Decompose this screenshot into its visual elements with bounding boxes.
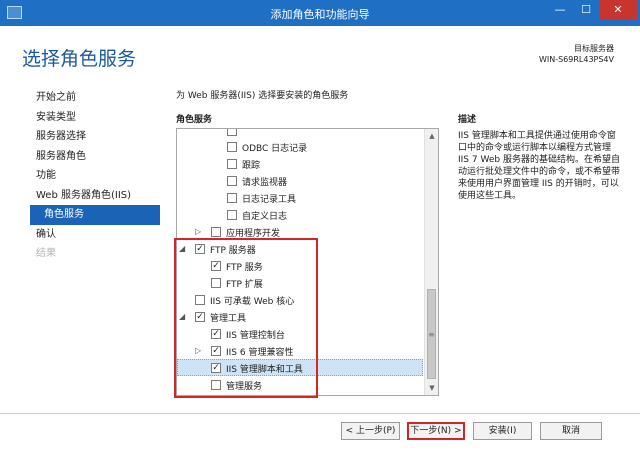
maximize-button[interactable]: ☐	[573, 0, 599, 20]
wizard-nav: 开始之前 安装类型 服务器选择 服务器角色 功能 Web 服务器角色(IIS) …	[30, 88, 160, 264]
close-button[interactable]: ✕	[599, 0, 637, 20]
footer-divider	[0, 413, 640, 414]
checkbox[interactable]	[227, 159, 237, 169]
tree-row[interactable]: 自定义日志	[177, 207, 423, 224]
nav-item-server-roles[interactable]: 服务器角色	[30, 147, 160, 167]
nav-item-role-services[interactable]: 角色服务	[30, 205, 160, 225]
install-button[interactable]: 安装(I)	[473, 422, 532, 440]
checkbox[interactable]	[227, 142, 237, 152]
tree-row-label: 日志记录工具	[242, 195, 297, 205]
destination-server-name: WIN-S69RL43PS4V	[538, 55, 614, 64]
scrollbar-thumb[interactable]: ≡	[427, 289, 436, 379]
nav-item-before-you-begin[interactable]: 开始之前	[30, 88, 160, 108]
page-title: 选择角色服务	[22, 48, 137, 70]
title-bar: 添加角色和功能向导 — ☐ ✕	[0, 0, 640, 26]
checkbox[interactable]	[211, 227, 221, 237]
nav-item-confirmation[interactable]: 确认	[30, 225, 160, 245]
checkbox[interactable]	[227, 129, 237, 136]
description-text: IIS 管理脚本和工具提供通过使用命令窗口中的命令或运行脚本以编程方式管理 II…	[458, 131, 621, 201]
tree-row[interactable]: 跟踪	[177, 156, 423, 173]
expand-icon[interactable]: ▷	[195, 227, 203, 236]
tree-row-label: 请求监视器	[242, 178, 288, 188]
tree-row[interactable]: 日志记录工具	[177, 190, 423, 207]
window-title: 添加角色和功能向导	[270, 8, 370, 21]
nav-item-web-server-role[interactable]: Web 服务器角色(IIS)	[30, 186, 160, 206]
tree-row-label: 自定义日志	[242, 212, 288, 222]
role-services-header: 角色服务	[176, 115, 213, 125]
nav-item-results: 结果	[36, 248, 56, 259]
checkbox[interactable]	[227, 193, 237, 203]
tree-row[interactable]: 请求监视器	[177, 173, 423, 190]
destination-server-label: 目标服务器	[574, 44, 614, 53]
checkbox[interactable]	[227, 176, 237, 186]
scroll-down-icon[interactable]: ▼	[425, 381, 438, 395]
tree-row-label: 跟踪	[242, 161, 261, 171]
minimize-button[interactable]: —	[547, 0, 573, 20]
tree-row-label: ODBC 日志记录	[242, 144, 308, 154]
nav-item-server-selection[interactable]: 服务器选择	[30, 127, 160, 147]
highlight-box	[174, 238, 318, 398]
cancel-button[interactable]: 取消	[540, 422, 602, 440]
next-button[interactable]: 下一步(N) >	[407, 422, 465, 440]
instruction-text: 为 Web 服务器(IIS) 选择要安装的角色服务	[176, 91, 349, 101]
nav-item-features[interactable]: 功能	[30, 166, 160, 186]
checkbox[interactable]	[227, 210, 237, 220]
tree-scrollbar[interactable]: ▲ ≡ ▼	[424, 129, 438, 395]
tree-row[interactable]: ODBC 日志记录	[177, 139, 423, 156]
scroll-up-icon[interactable]: ▲	[425, 129, 438, 143]
description-title: 描述	[458, 115, 477, 125]
previous-button[interactable]: < 上一步(P)	[341, 422, 400, 440]
nav-item-installation-type[interactable]: 安装类型	[30, 108, 160, 128]
grip-icon: ≡	[428, 330, 435, 339]
